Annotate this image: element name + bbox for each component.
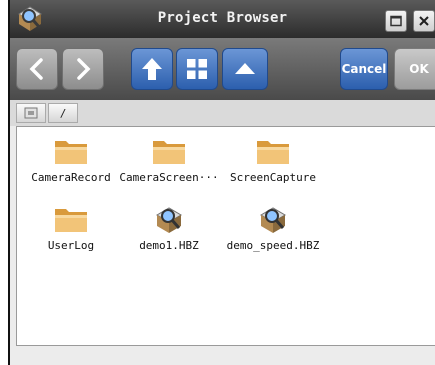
list-item[interactable]: CameraRecord <box>19 135 123 184</box>
close-button[interactable] <box>413 10 435 32</box>
menu-button[interactable] <box>222 48 268 90</box>
chevron-left-icon <box>29 58 43 80</box>
chevron-right-icon <box>77 58 91 80</box>
maximize-button[interactable] <box>385 10 407 32</box>
list-item[interactable]: ScreenCapture <box>221 135 325 184</box>
window-title: Project Browser <box>157 10 288 26</box>
background-edge <box>0 0 8 365</box>
arrow-up-icon <box>142 58 162 80</box>
list-item[interactable]: CameraScreen··· <box>117 135 221 184</box>
toolbar: Cancel OK <box>10 38 435 100</box>
folder-icon <box>55 141 87 164</box>
folder-icon <box>153 141 185 164</box>
cancel-button[interactable]: Cancel <box>340 48 388 90</box>
file-name: UserLog <box>47 239 95 252</box>
close-icon <box>419 16 429 26</box>
list-item[interactable]: demo_speed.HBZ <box>221 203 325 252</box>
project-browser-window: Project Browser Cancel OK / CameraRecord… <box>8 0 435 365</box>
path-crumb[interactable]: / <box>48 103 78 123</box>
folder-icon <box>257 141 289 164</box>
file-name: CameraRecord <box>31 171 111 184</box>
project-file-icon <box>156 207 182 233</box>
maximize-icon <box>390 15 402 27</box>
forward-button[interactable] <box>62 48 104 90</box>
icon-view-button[interactable] <box>176 48 218 90</box>
file-name: demo1.HBZ <box>139 239 199 252</box>
file-name: demo_speed.HBZ <box>226 239 320 252</box>
parent-folder-button[interactable] <box>131 48 173 90</box>
drive-icon <box>24 107 38 119</box>
ok-button[interactable]: OK <box>394 48 435 90</box>
back-button[interactable] <box>16 48 58 90</box>
file-name: ScreenCapture <box>229 171 317 184</box>
breadcrumb: / <box>10 100 435 126</box>
list-item[interactable]: demo1.HBZ <box>117 203 221 252</box>
file-name: CameraScreen··· <box>119 171 219 184</box>
triangle-up-icon <box>235 63 255 74</box>
title-bar: Project Browser <box>10 0 435 38</box>
grid-view-icon <box>187 59 207 79</box>
folder-icon <box>55 209 87 232</box>
root-crumb[interactable] <box>16 103 46 123</box>
list-item[interactable]: UserLog <box>19 203 123 252</box>
project-file-icon <box>260 207 286 233</box>
file-list: CameraRecord CameraScreen··· ScreenCaptu… <box>16 126 435 346</box>
